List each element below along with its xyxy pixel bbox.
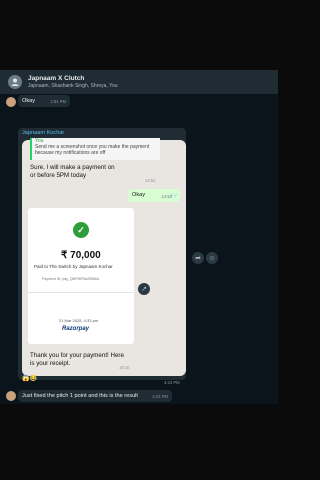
reply-text: Sure, I will make a payment on or before… [30,164,115,179]
avatar[interactable] [6,97,16,107]
card-time: 4:24 PM [164,380,180,385]
emoji-reply-icon[interactable]: ☺ [206,252,218,264]
checkmark-icon: ✓ [73,222,89,238]
razorpay-logo: Razorpay [62,326,90,332]
message-text: Okay [22,98,36,104]
reply-time: 14:52 [145,178,156,183]
message-time: 4:24 PM [152,394,168,399]
group-title: Japnaam X Clutch [28,75,85,82]
double-check-icon: ✓✓ [169,193,178,199]
paid-to: Paid to The Switch by Japnaam Kochar [34,264,113,269]
message-bubble[interactable]: Okay 1:54 PM [18,95,70,107]
thanks-text: Thank you for your payment! Here is your… [30,352,124,367]
share-arrow-icon[interactable]: ↗ [138,283,150,295]
message-text: Okay [132,192,146,198]
receipt-image[interactable]: ✓ ₹ 70,000 Paid to The Switch by Japnaam… [28,208,134,344]
chat-header[interactable]: Japnaam X Clutch Japnaam, Shashank Singh… [0,70,278,94]
thanks-time: 16:10 [119,365,130,370]
receipt-date: 21 Mar 2025, 4:33 pm [59,318,99,323]
quoted-message[interactable]: You Send me a screenshot once you make t… [30,138,160,160]
divider [28,292,134,293]
group-avatar-icon[interactable] [8,75,22,89]
forward-icon[interactable]: ➦ [192,252,204,264]
message-bubble[interactable]: Just fixed the pitch 1 point and this is… [18,390,172,402]
outgoing-bubble[interactable]: Okay 14:53 ✓✓ [128,189,180,202]
group-members: Japnaam, Shashank Singh, Shreya, You [28,83,118,89]
reaction-emojis[interactable]: 😱😂 [22,375,37,382]
message-text: Just fixed the pitch 1 point and this is… [22,393,138,399]
amount: ₹ 70,000 [61,250,101,261]
message-time: 1:54 PM [50,99,66,104]
payment-id: Payment ID: pay_QMPWPdkAR6NIu [42,277,100,281]
quoted-text: Send me a screenshot once you make the p… [35,144,150,156]
avatar[interactable] [6,391,16,401]
sender-name: Japnaam Kochar [22,130,65,136]
group-people-icon [11,78,19,86]
